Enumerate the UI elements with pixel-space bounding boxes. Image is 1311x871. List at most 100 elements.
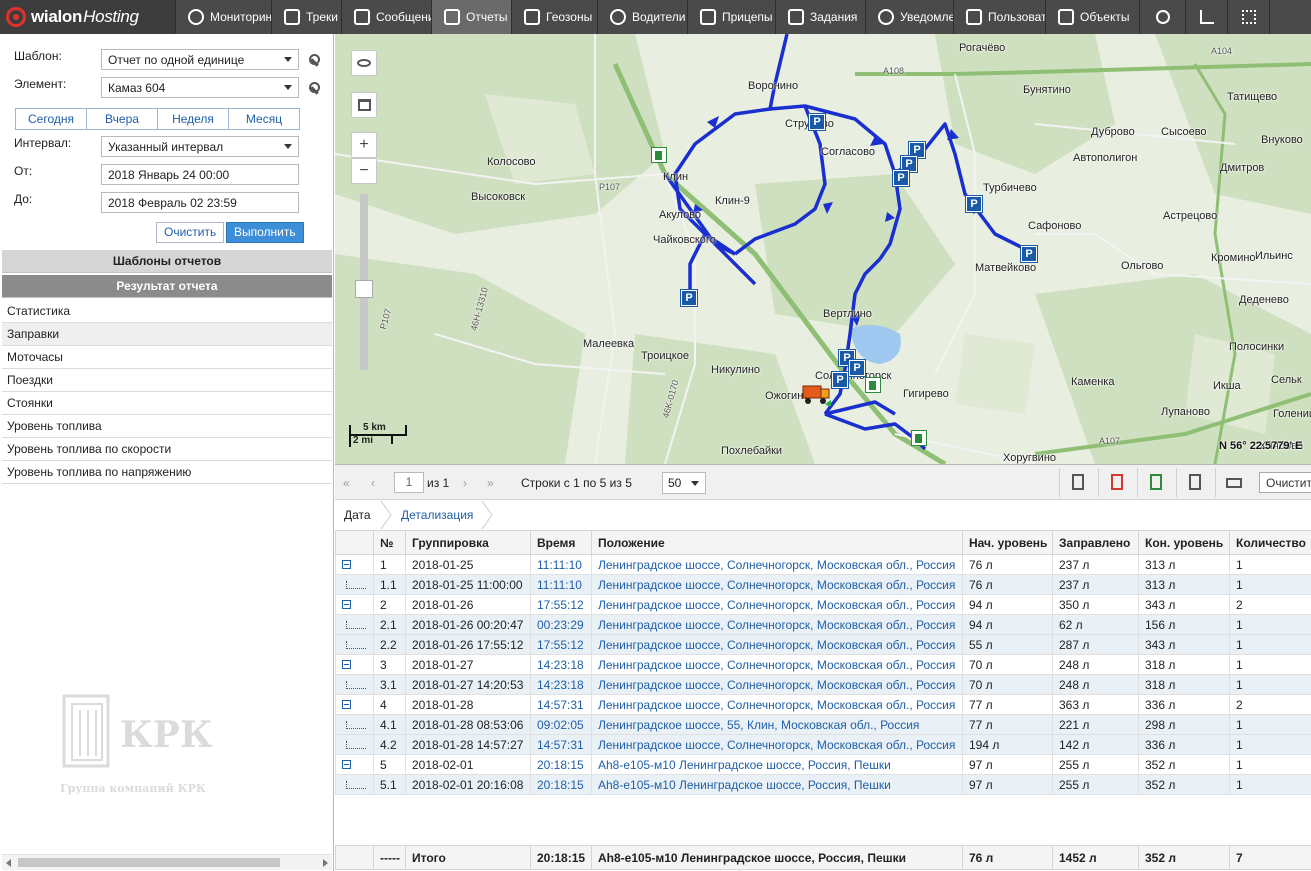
table-row[interactable]: 1.1 2018-01-25 11:00:00 11:11:10 Ленинградс… [335, 574, 1311, 595]
scrollbar-thumb[interactable] [18, 858, 280, 867]
last-page-icon[interactable]: » [487, 476, 494, 490]
cell-time[interactable]: 14:23:18 [530, 654, 592, 675]
interval-select[interactable]: Указанный интервал [101, 136, 299, 157]
column-header[interactable]: Количество [1229, 530, 1311, 555]
cell-place[interactable]: Ah8-e105-м10 Ленинградское шоссе, Россия… [591, 774, 963, 795]
panel-horizontal-scrollbar[interactable] [2, 854, 332, 870]
parking-marker[interactable]: P [892, 169, 910, 187]
table-row[interactable]: 2.2 2018-01-26 17:55:12 17:55:12 Ленинградс… [335, 634, 1311, 655]
from-date-input[interactable]: 2018 Январь 24 00:00 [101, 164, 299, 185]
cell-place[interactable]: Ленинградское шоссе, Солнечногорск, Моск… [591, 694, 963, 715]
table-row[interactable]: 5 2018-02-01 20:18:15 Ah8-e105-м10 Ленингра… [335, 754, 1311, 775]
collapse-row-icon[interactable] [342, 659, 351, 669]
collapse-row-icon[interactable] [342, 759, 351, 769]
apps-grid-button[interactable] [1228, 0, 1270, 34]
report-result-header[interactable]: Результат отчета [2, 275, 332, 298]
cell-time[interactable]: 11:11:10 [530, 554, 592, 575]
collapse-row-icon[interactable] [342, 559, 351, 569]
scroll-right-icon[interactable] [323, 859, 328, 867]
fuel-station-icon[interactable] [911, 430, 927, 446]
table-row[interactable]: 4.1 2018-01-28 08:53:06 09:02:05 Ленинградс… [335, 714, 1311, 735]
result-list-item[interactable]: Уровень топлива по скорости [2, 438, 332, 461]
map-type-button[interactable] [351, 92, 377, 118]
cell-time[interactable]: 00:23:29 [530, 614, 592, 635]
table-row[interactable]: 3 2018-01-27 14:23:18 Ленинградское шоссе, … [335, 654, 1311, 675]
clear-button[interactable]: Очистить [156, 222, 225, 243]
period-tab-today[interactable]: Сегодня [16, 109, 87, 129]
to-date-input[interactable]: 2018 Февраль 02 23:59 [101, 192, 299, 213]
zoom-slider-handle[interactable] [355, 280, 373, 298]
wialon-logo[interactable]: wialon Hosting [0, 0, 176, 34]
result-list-item[interactable]: Статистика [2, 300, 332, 323]
clear-report-button[interactable]: Очистить [1259, 472, 1311, 493]
cell-place[interactable]: Ленинградское шоссе, Солнечногорск, Моск… [591, 674, 963, 695]
period-tab-week[interactable]: Неделя [158, 109, 229, 129]
row-toggle-cell[interactable] [335, 594, 374, 615]
template-select[interactable]: Отчет по одной единице [101, 49, 299, 70]
column-header[interactable]: Нач. уровень [962, 530, 1053, 555]
result-list-item[interactable]: Заправки [2, 323, 332, 346]
column-header[interactable]: Группировка [405, 530, 531, 555]
fuel-station-icon[interactable] [865, 377, 881, 393]
period-tab-yesterday[interactable]: Вчера [87, 109, 158, 129]
next-page-icon[interactable]: › [463, 476, 467, 490]
column-header[interactable]: Положение [591, 530, 963, 555]
nav-tab-9[interactable]: Уведомления [866, 0, 954, 34]
zoom-in-button[interactable]: + [351, 132, 377, 158]
export-excel-button[interactable] [1137, 468, 1173, 497]
search-button[interactable] [1140, 0, 1186, 34]
cell-place[interactable]: Ленинградское шоссе, Солнечногорск, Моск… [591, 594, 963, 615]
row-toggle-cell[interactable] [335, 694, 374, 715]
nav-tab-10[interactable]: Пользователи [954, 0, 1046, 34]
table-row[interactable]: 4.2 2018-01-28 14:57:27 14:57:31 Ленинградс… [335, 734, 1311, 755]
cell-place[interactable]: Ленинградское шоссе, Солнечногорск, Моск… [591, 614, 963, 635]
cell-place[interactable]: Ленинградское шоссе, Солнечногорск, Моск… [591, 574, 963, 595]
truck-unit-icon[interactable] [801, 382, 831, 406]
column-header[interactable]: Кон. уровень [1138, 530, 1230, 555]
cell-time[interactable]: 20:18:15 [530, 754, 592, 775]
row-toggle-cell[interactable] [335, 554, 374, 575]
print-button[interactable] [1215, 468, 1251, 497]
prev-page-icon[interactable]: ‹ [371, 476, 375, 490]
breadcrumb-date[interactable]: Дата [344, 508, 371, 522]
cell-place[interactable]: Ленинградское шоссе, Солнечногорск, Моск… [591, 554, 963, 575]
table-row[interactable]: 5.1 2018-02-01 20:16:08 20:18:15 Ah8-e105-м… [335, 774, 1311, 795]
nav-tab-1[interactable]: Мониторинг [176, 0, 272, 34]
zoom-out-button[interactable]: − [351, 158, 377, 184]
export-file-button[interactable] [1176, 468, 1212, 497]
table-row[interactable]: 1 2018-01-25 11:11:10 Ленинградское шоссе, … [335, 554, 1311, 575]
run-report-button[interactable]: Выполнить [226, 222, 304, 243]
table-row[interactable]: 2 2018-01-26 17:55:12 Ленинградское шоссе, … [335, 594, 1311, 615]
table-row[interactable]: 2.1 2018-01-26 00:20:47 00:23:29 Ленинградс… [335, 614, 1311, 635]
fuel-station-icon[interactable] [651, 147, 667, 163]
column-header[interactable]: № [373, 530, 406, 555]
collapse-row-icon[interactable] [342, 599, 351, 609]
column-header[interactable]: Заправлено [1052, 530, 1139, 555]
nav-tab-4[interactable]: Отчеты [432, 0, 512, 34]
cell-time[interactable]: 11:11:10 [530, 574, 592, 595]
export-pdf-button[interactable] [1098, 468, 1134, 497]
nav-tab-8[interactable]: Задания [776, 0, 866, 34]
row-toggle-cell[interactable] [335, 654, 374, 675]
map-view[interactable]: Рогачёво Воронино Бунятино Татищево Дуброво С… [335, 34, 1311, 464]
cell-place[interactable]: Ленинградское шоссе, 55, Клин, Московска… [591, 714, 963, 735]
cell-time[interactable]: 17:55:12 [530, 594, 592, 615]
parking-marker[interactable]: P [965, 195, 983, 213]
table-row[interactable]: 4 2018-01-28 14:57:31 Ленинградское шоссе, … [335, 694, 1311, 715]
parking-marker[interactable]: P [848, 359, 866, 377]
cell-time[interactable]: 14:57:31 [530, 734, 592, 755]
nav-tab-6[interactable]: Водители [598, 0, 688, 34]
element-select[interactable]: Камаз 604 [101, 77, 299, 98]
cell-time[interactable]: 14:23:18 [530, 674, 592, 695]
nav-tab-2[interactable]: Треки [272, 0, 342, 34]
nav-tab-7[interactable]: Прицепы [688, 0, 776, 34]
cell-place[interactable]: Ленинградское шоссе, Солнечногорск, Моск… [591, 654, 963, 675]
result-list-item[interactable]: Стоянки [2, 392, 332, 415]
parking-marker[interactable]: P [808, 113, 826, 131]
result-list-item[interactable]: Поездки [2, 369, 332, 392]
parking-marker[interactable]: P [831, 371, 849, 389]
element-settings-wrench-icon[interactable] [308, 82, 320, 94]
layers-visibility-button[interactable] [351, 50, 377, 76]
cell-time[interactable]: 14:57:31 [530, 694, 592, 715]
page-size-select[interactable]: 50 [662, 472, 706, 494]
